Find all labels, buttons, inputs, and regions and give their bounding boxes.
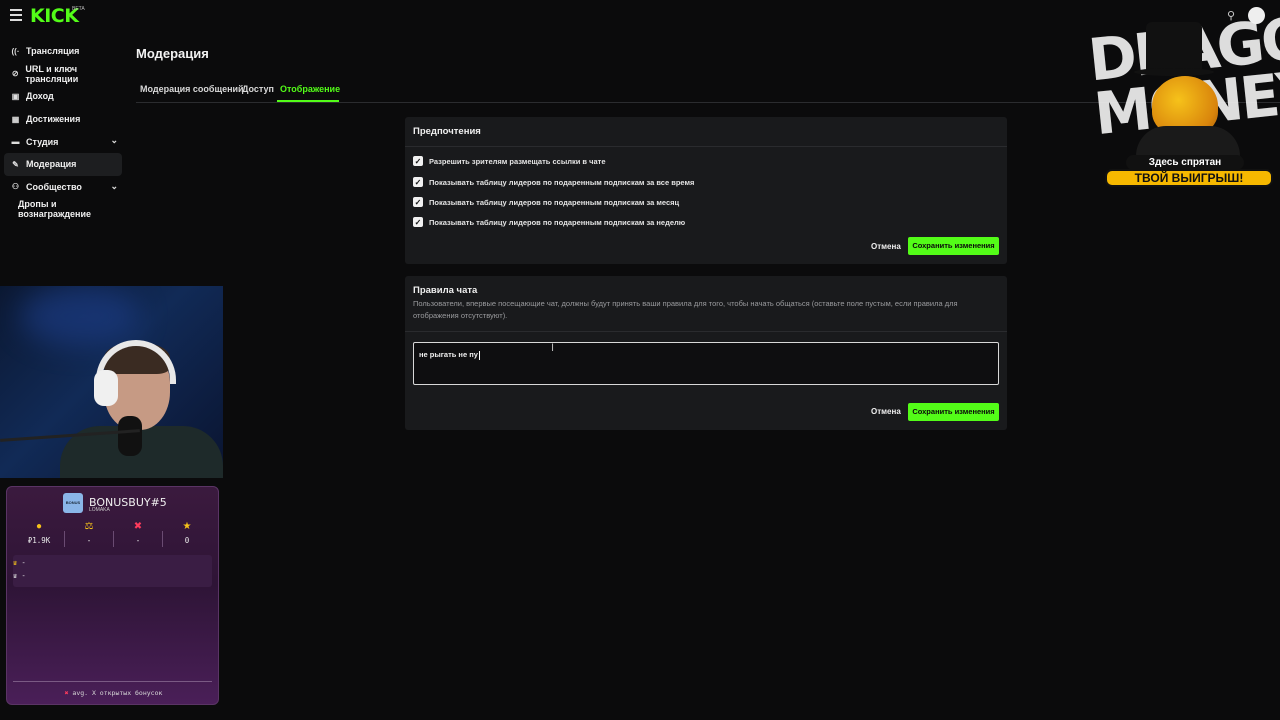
preference-option[interactable]: ✓ Показывать таблицу лидеров по подаренн… [413, 197, 679, 207]
list-item: ♛ - [13, 572, 26, 580]
sidebar-item-income[interactable]: ▣ Доход [0, 85, 126, 108]
sidebar-item-label: Дропы и вознаграждение [18, 199, 92, 220]
preference-option[interactable]: ✓ Показывать таблицу лидеров по подаренн… [413, 177, 694, 187]
sidebar-item-community[interactable]: ⚇ Сообщество ⌄ [0, 176, 126, 199]
save-button[interactable]: Сохранить изменения [908, 403, 999, 421]
stat-losses: ✖ - [113, 521, 163, 545]
sidebar-item-label: Студия [26, 136, 59, 147]
sidebar-item-label: Трансляция [26, 46, 80, 57]
preferences-card: Предпочтения ✓ Разрешить зрителям размещ… [405, 117, 1007, 264]
sidebar-item-label: Сообщество [26, 181, 82, 192]
trophy-icon: ▦ [11, 114, 20, 124]
chat-rules-description: Пользователи, впервые посещающие чат, до… [413, 299, 958, 320]
hamburger-menu-icon[interactable] [10, 9, 22, 21]
wallet-icon: ▣ [11, 91, 20, 101]
chat-rules-card: Правила чата Пользователи, впервые посещ… [405, 276, 1007, 430]
divider [405, 146, 1007, 147]
preferences-title: Предпочтения [413, 126, 481, 137]
wrench-icon: ✎ [12, 159, 19, 169]
widget-footer: ✖ avg. X открытых бонусок [64, 689, 163, 697]
save-button[interactable]: Сохранить изменения [908, 237, 999, 255]
tab-access[interactable]: Доступ [242, 84, 274, 94]
widget-subtitle: LOMAKA [89, 507, 110, 513]
tab-display[interactable]: Отображение [280, 84, 340, 94]
stat-stars: ★ 0 [162, 521, 212, 545]
chat-rules-title: Правила чата [413, 285, 478, 296]
stat-balance: ● ₽1.9K [14, 521, 64, 545]
chat-rules-textarea[interactable]: не рыгать не пу [413, 342, 999, 385]
checkbox-label: Показывать таблицу лидеров по подаренным… [429, 177, 695, 187]
cancel-button[interactable]: Отмена [871, 242, 901, 251]
sidebar-item-broadcast[interactable]: ((· Трансляция [0, 40, 126, 63]
checkbox[interactable]: ✓ [413, 217, 423, 227]
sidebar-item-stream-key[interactable]: ⊘ URL и ключ трансляции [0, 63, 126, 86]
webcam-overlay [0, 286, 223, 478]
checkbox-label: Показывать таблицу лидеров по подаренным… [429, 197, 680, 207]
cross-icon: ✖ [64, 689, 69, 697]
crown-icon: ♛ [13, 572, 18, 580]
sidebar: ((· Трансляция ⊘ URL и ключ трансляции ▣… [0, 40, 126, 221]
sidebar-item-label: Доход [26, 91, 54, 102]
crown-icon: ♛ [13, 559, 18, 567]
sidebar-item-studio[interactable]: ▬ Студия ⌄ [0, 130, 126, 153]
widget-list [13, 555, 212, 587]
checkbox[interactable]: ✓ [413, 197, 423, 207]
bonus-buy-widget: BONUS BONUSBUY#5 LOMAKA ● ₽1.9K ⚖ - ✖ - … [6, 486, 219, 705]
promo-overlay: DRAGON MONEY Здесь спрятан ТВОЙ ВЫИГРЫШ! [1085, 0, 1280, 190]
sidebar-item-label: URL и ключ трансляции [25, 63, 79, 84]
text-cursor-icon: I [551, 342, 555, 354]
sidebar-item-label: Модерация [26, 159, 77, 170]
tab-message-moderation[interactable]: Модерация сообщений [140, 84, 244, 94]
checkbox[interactable]: ✓ [413, 177, 423, 187]
beta-label: BETA [72, 6, 85, 12]
sidebar-item-moderation[interactable]: ✎ Модерация [4, 152, 122, 176]
checkbox-label: Показывать таблицу лидеров по подаренным… [429, 217, 686, 227]
chevron-down-icon: ⌄ [110, 135, 118, 146]
chat-rules-value: не рыгать не пу [419, 350, 478, 359]
list-item: ♛ - [13, 559, 26, 567]
sidebar-item-label: Достижения [26, 114, 81, 125]
coin-icon: ● [35, 521, 43, 532]
cross-icon: ✖ [133, 521, 143, 532]
cancel-button[interactable]: Отмена [871, 407, 901, 416]
sidebar-item-drops[interactable]: Дропы и вознаграждение [0, 198, 126, 221]
promo-tag-top: Здесь спрятан [1126, 155, 1244, 170]
link-icon: ⊘ [11, 69, 19, 79]
promo-tag-bottom: ТВОЙ ВЫИГРЫШ! [1105, 169, 1273, 187]
divider [405, 331, 1007, 332]
top-hat-icon [1146, 22, 1202, 72]
scales-icon: ⚖ [84, 521, 94, 532]
microphone-icon [118, 416, 142, 456]
stat-scales: ⚖ - [64, 521, 114, 545]
preference-option[interactable]: ✓ Разрешить зрителям размещать ссылки в … [413, 156, 606, 166]
preference-option[interactable]: ✓ Показывать таблицу лидеров по подаренн… [413, 217, 685, 227]
checkbox[interactable]: ✓ [413, 156, 423, 166]
active-tab-indicator [277, 100, 339, 102]
text-caret [478, 350, 480, 360]
star-icon: ★ [182, 521, 192, 532]
bonus-logo: BONUS [63, 493, 83, 513]
chevron-down-icon: ⌄ [110, 180, 118, 191]
broadcast-icon: ((· [11, 46, 20, 56]
studio-icon: ▬ [11, 137, 20, 147]
sidebar-item-achievements[interactable]: ▦ Достижения [0, 108, 126, 131]
page-title: Модерация [136, 46, 209, 61]
checkbox-label: Разрешить зрителям размещать ссылки в ча… [429, 156, 606, 166]
community-icon: ⚇ [11, 182, 20, 192]
